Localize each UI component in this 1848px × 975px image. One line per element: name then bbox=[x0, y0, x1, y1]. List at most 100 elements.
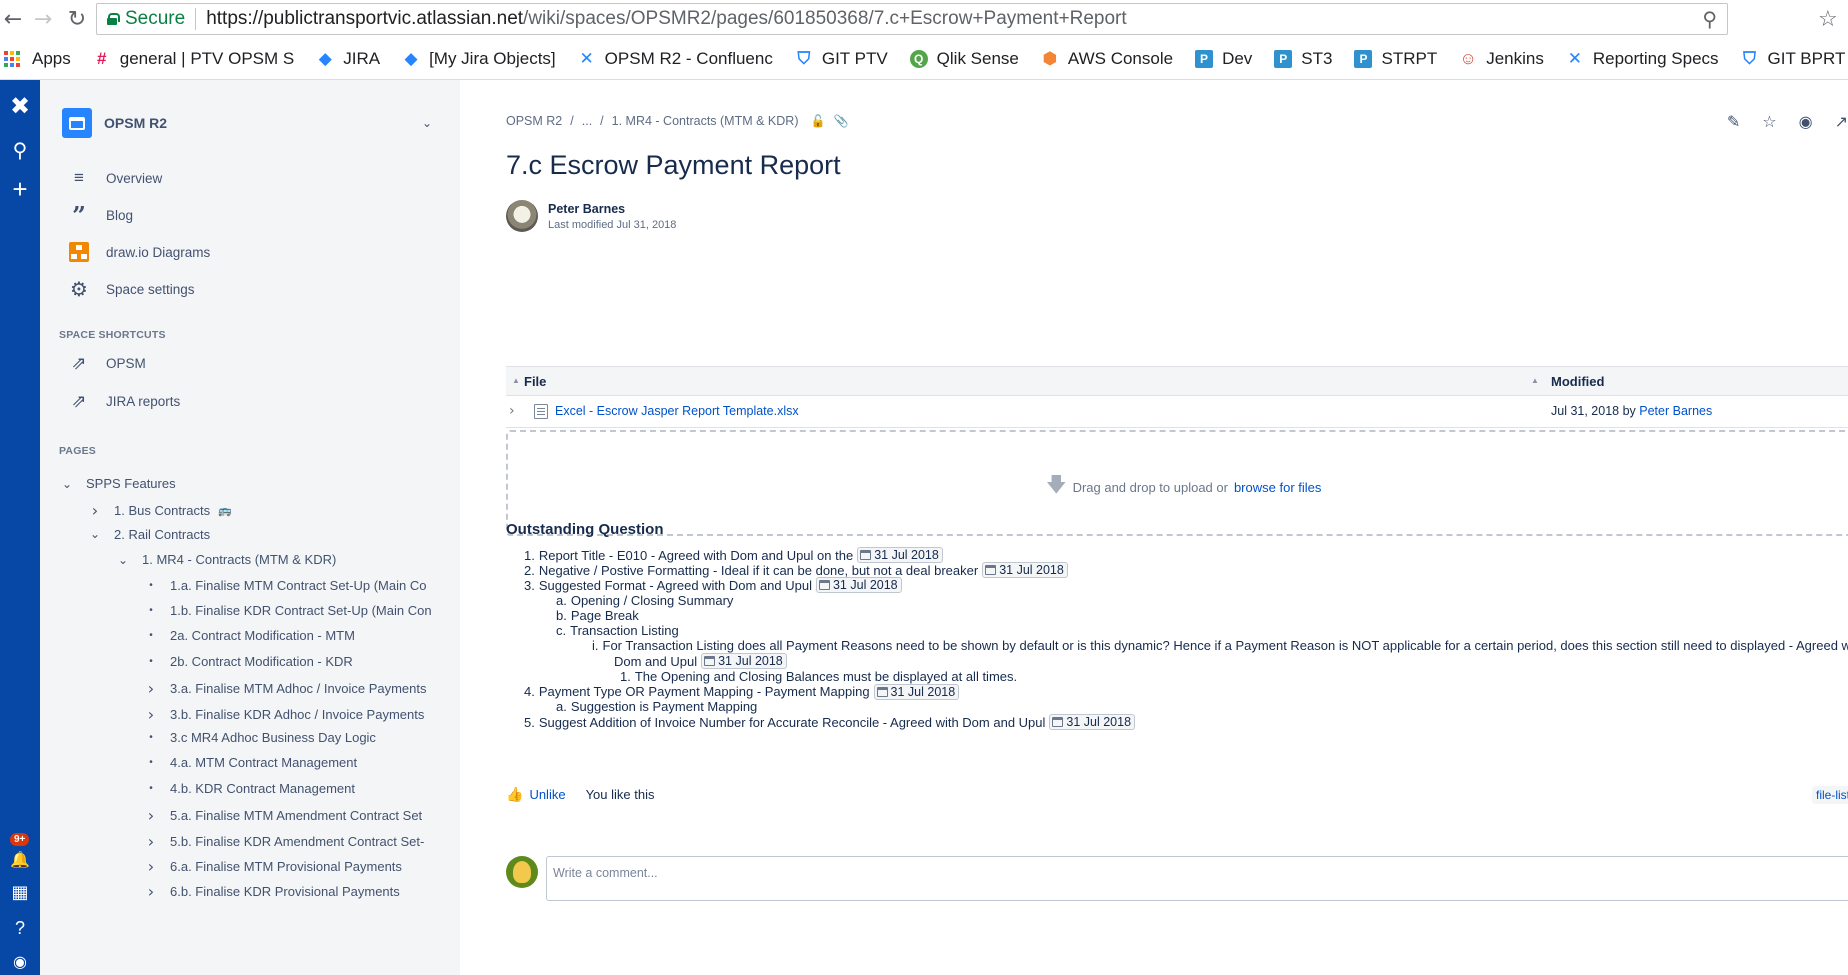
attachment-icon[interactable]: 📎 bbox=[833, 114, 848, 128]
date-lozenge[interactable]: 31 Jul 2018 bbox=[701, 653, 787, 670]
chevron-right-icon[interactable]: › bbox=[143, 832, 159, 851]
bookmark-item[interactable]: P ST3 bbox=[1274, 49, 1332, 69]
bookmark-item[interactable]: Apps bbox=[4, 49, 71, 69]
list-item: 5. Suggest Addition of Invoice Number for… bbox=[524, 714, 1136, 731]
forward-icon[interactable]: → bbox=[30, 6, 56, 32]
date-lozenge[interactable]: 31 Jul 2018 bbox=[815, 577, 902, 594]
back-icon[interactable]: ← bbox=[0, 6, 26, 32]
create-plus-icon[interactable]: + bbox=[0, 174, 40, 205]
col-file[interactable]: File bbox=[524, 374, 546, 389]
help-icon[interactable]: ? bbox=[0, 918, 40, 939]
breadcrumb-space[interactable]: OPSM R2 bbox=[506, 114, 562, 128]
chevron-right-icon[interactable]: › bbox=[509, 403, 515, 419]
col-modified[interactable]: Modified bbox=[1551, 374, 1604, 389]
like-row: 👍 Unlike You like this bbox=[506, 786, 654, 803]
list-text: Suggestion is Payment Mapping bbox=[570, 699, 758, 714]
bookmark-item[interactable]: ✕ Reporting Specs bbox=[1566, 49, 1719, 69]
date-lozenge[interactable]: 31 Jul 2018 bbox=[857, 547, 943, 563]
watch-eye-icon[interactable]: ◉ bbox=[1799, 112, 1813, 132]
page-tree-item[interactable]: › 5.a. Finalise MTM Amendment Contract Se… bbox=[143, 806, 422, 825]
chevron-right-icon[interactable]: › bbox=[143, 857, 159, 876]
attachment-link[interactable]: Excel - Escrow Jasper Report Template.xl… bbox=[555, 404, 799, 418]
chevron-right-icon[interactable]: › bbox=[143, 882, 159, 901]
bookmark-item[interactable]: # general | PTV OPSM S bbox=[93, 49, 294, 69]
reload-icon[interactable]: ↻ bbox=[64, 6, 90, 32]
url-text[interactable]: https://publictransportvic.atlassian.net… bbox=[206, 8, 1126, 30]
bookmark-item[interactable]: Q Qlik Sense bbox=[909, 49, 1019, 69]
shortcut-jira-reports[interactable]: ⇗ JIRA reports bbox=[68, 390, 180, 412]
sort-icon[interactable]: ▲ bbox=[512, 376, 520, 385]
space-header[interactable]: OPSM R2 bbox=[62, 108, 167, 138]
bookmark-item[interactable]: ☺ Jenkins bbox=[1459, 49, 1544, 69]
sidebar-item-overview[interactable]: ≡ Overview bbox=[68, 167, 162, 189]
bookmark-item[interactable]: P Dev bbox=[1195, 49, 1252, 69]
edit-pencil-icon[interactable]: ✎ bbox=[1727, 112, 1740, 132]
date-lozenge[interactable]: 31 Jul 2018 bbox=[982, 562, 1068, 579]
last-modified[interactable]: Last modified Jul 31, 2018 bbox=[548, 219, 676, 231]
app-switcher-icon[interactable]: ▦ bbox=[0, 882, 40, 903]
page-tree-item[interactable]: › 5.b. Finalise KDR Amendment Contract Se… bbox=[143, 832, 425, 851]
bookmark-item[interactable]: ◆ JIRA bbox=[316, 49, 380, 69]
browse-files-link[interactable]: browse for files bbox=[1234, 480, 1321, 495]
bookmark-label: JIRA bbox=[343, 48, 381, 68]
page-tree-item[interactable]: • 4.b. KDR Contract Management bbox=[143, 781, 355, 796]
breadcrumb-ellipsis[interactable]: ... bbox=[582, 114, 592, 128]
search-icon[interactable]: ⚲ bbox=[0, 138, 40, 163]
chevron-right-icon[interactable]: › bbox=[87, 501, 103, 520]
zoom-search-icon[interactable]: ⚲ bbox=[1702, 7, 1717, 32]
bookmark-item[interactable]: ⛉ GIT BPRT bbox=[1741, 49, 1845, 69]
bookmark-item[interactable]: ⬢ AWS Console bbox=[1041, 49, 1173, 69]
page-tree-item[interactable]: • 2a. Contract Modification - MTM bbox=[143, 628, 355, 643]
modified-by-link[interactable]: Peter Barnes bbox=[1639, 404, 1712, 418]
share-icon[interactable]: ↗ bbox=[1835, 112, 1848, 132]
space-logo-icon bbox=[62, 108, 92, 138]
date-lozenge[interactable]: 31 Jul 2018 bbox=[1049, 714, 1136, 731]
shortcut-opsm[interactable]: ⇗ OPSM bbox=[68, 352, 145, 374]
page-tree-item[interactable]: ⌄ 1. MR4 - Contracts (MTM & KDR) bbox=[115, 552, 336, 567]
chevron-down-icon[interactable]: ⌄ bbox=[59, 477, 75, 491]
author-name[interactable]: Peter Barnes bbox=[548, 202, 676, 216]
confluence-logo-icon[interactable]: ✖ bbox=[0, 92, 40, 121]
chevron-down-icon[interactable]: ⌄ bbox=[115, 553, 131, 567]
breadcrumb-parent[interactable]: 1. MR4 - Contracts (MTM & KDR) bbox=[612, 114, 799, 128]
unlike-button[interactable]: Unlike bbox=[529, 787, 565, 802]
chevron-down-icon[interactable]: ⌄ bbox=[422, 116, 432, 130]
sidebar-item-drawio[interactable]: draw.io Diagrams bbox=[68, 241, 210, 263]
notifications-icon[interactable]: 🔔 bbox=[0, 850, 40, 870]
bookmark-item[interactable]: ✕ OPSM R2 - Confluenc bbox=[578, 49, 773, 69]
upload-dropzone[interactable]: 🡇 Drag and drop to upload or browse for … bbox=[506, 430, 1848, 536]
page-label[interactable]: file-list bbox=[1812, 786, 1848, 804]
page-tree-item[interactable]: › 6.a. Finalise MTM Provisional Payments bbox=[143, 857, 402, 876]
bookmark-star-icon[interactable]: ☆ bbox=[1818, 6, 1838, 32]
page-tree-item[interactable]: ⌄ SPPS Features bbox=[59, 476, 176, 491]
bookmark-item[interactable]: P STRPT bbox=[1354, 49, 1437, 69]
page-tree-item[interactable]: › 6.b. Finalise KDR Provisional Payments bbox=[143, 882, 400, 901]
bookmark-item[interactable]: ◆ [My Jira Objects] bbox=[402, 49, 556, 69]
sidebar-item-blog[interactable]: ” Blog bbox=[68, 201, 133, 230]
page-tree-item[interactable]: • 1.b. Finalise KDR Contract Set-Up (Main… bbox=[143, 603, 431, 618]
bookmark-item[interactable]: ⛉ GIT PTV bbox=[795, 49, 887, 69]
page-tree-item[interactable]: • 2b. Contract Modification - KDR bbox=[143, 654, 353, 669]
sort-icon[interactable]: ▲ bbox=[1531, 376, 1539, 385]
page-tree-item[interactable]: › 1. Bus Contracts 🚌 bbox=[87, 501, 232, 520]
profile-avatar[interactable]: ◉ bbox=[0, 952, 40, 972]
page-tree-item[interactable]: • 1.a. Finalise MTM Contract Set-Up (Main… bbox=[143, 578, 426, 593]
chevron-right-icon[interactable]: › bbox=[143, 705, 159, 724]
author-avatar[interactable] bbox=[506, 200, 538, 232]
page-tree-item[interactable]: › 3.b. Finalise KDR Adhoc / Invoice Payme… bbox=[143, 705, 425, 724]
chevron-right-icon[interactable]: › bbox=[143, 679, 159, 698]
star-icon[interactable]: ☆ bbox=[1762, 112, 1776, 132]
chevron-right-icon[interactable]: › bbox=[143, 806, 159, 825]
comment-input[interactable]: Write a comment... bbox=[546, 856, 1848, 901]
date-lozenge[interactable]: 31 Jul 2018 bbox=[873, 683, 960, 700]
page-tree-item[interactable]: ⌄ 2. Rail Contracts bbox=[87, 527, 210, 542]
page-tree-item[interactable]: › 3.a. Finalise MTM Adhoc / Invoice Payme… bbox=[143, 679, 427, 698]
bullet-icon: • bbox=[149, 655, 153, 667]
unlock-icon[interactable]: 🔓 bbox=[810, 114, 825, 128]
page-tree-item[interactable]: • 4.a. MTM Contract Management bbox=[143, 755, 357, 770]
chevron-down-icon[interactable]: ⌄ bbox=[87, 527, 103, 541]
page-tree-item[interactable]: • 3.c MR4 Adhoc Business Day Logic bbox=[143, 730, 376, 745]
page-tree-label: 2. Rail Contracts bbox=[114, 526, 211, 542]
sidebar-item-space-settings[interactable]: ⚙ Space settings bbox=[68, 278, 195, 301]
address-bar[interactable]: Secure https://publictransportvic.atlass… bbox=[96, 3, 1728, 35]
